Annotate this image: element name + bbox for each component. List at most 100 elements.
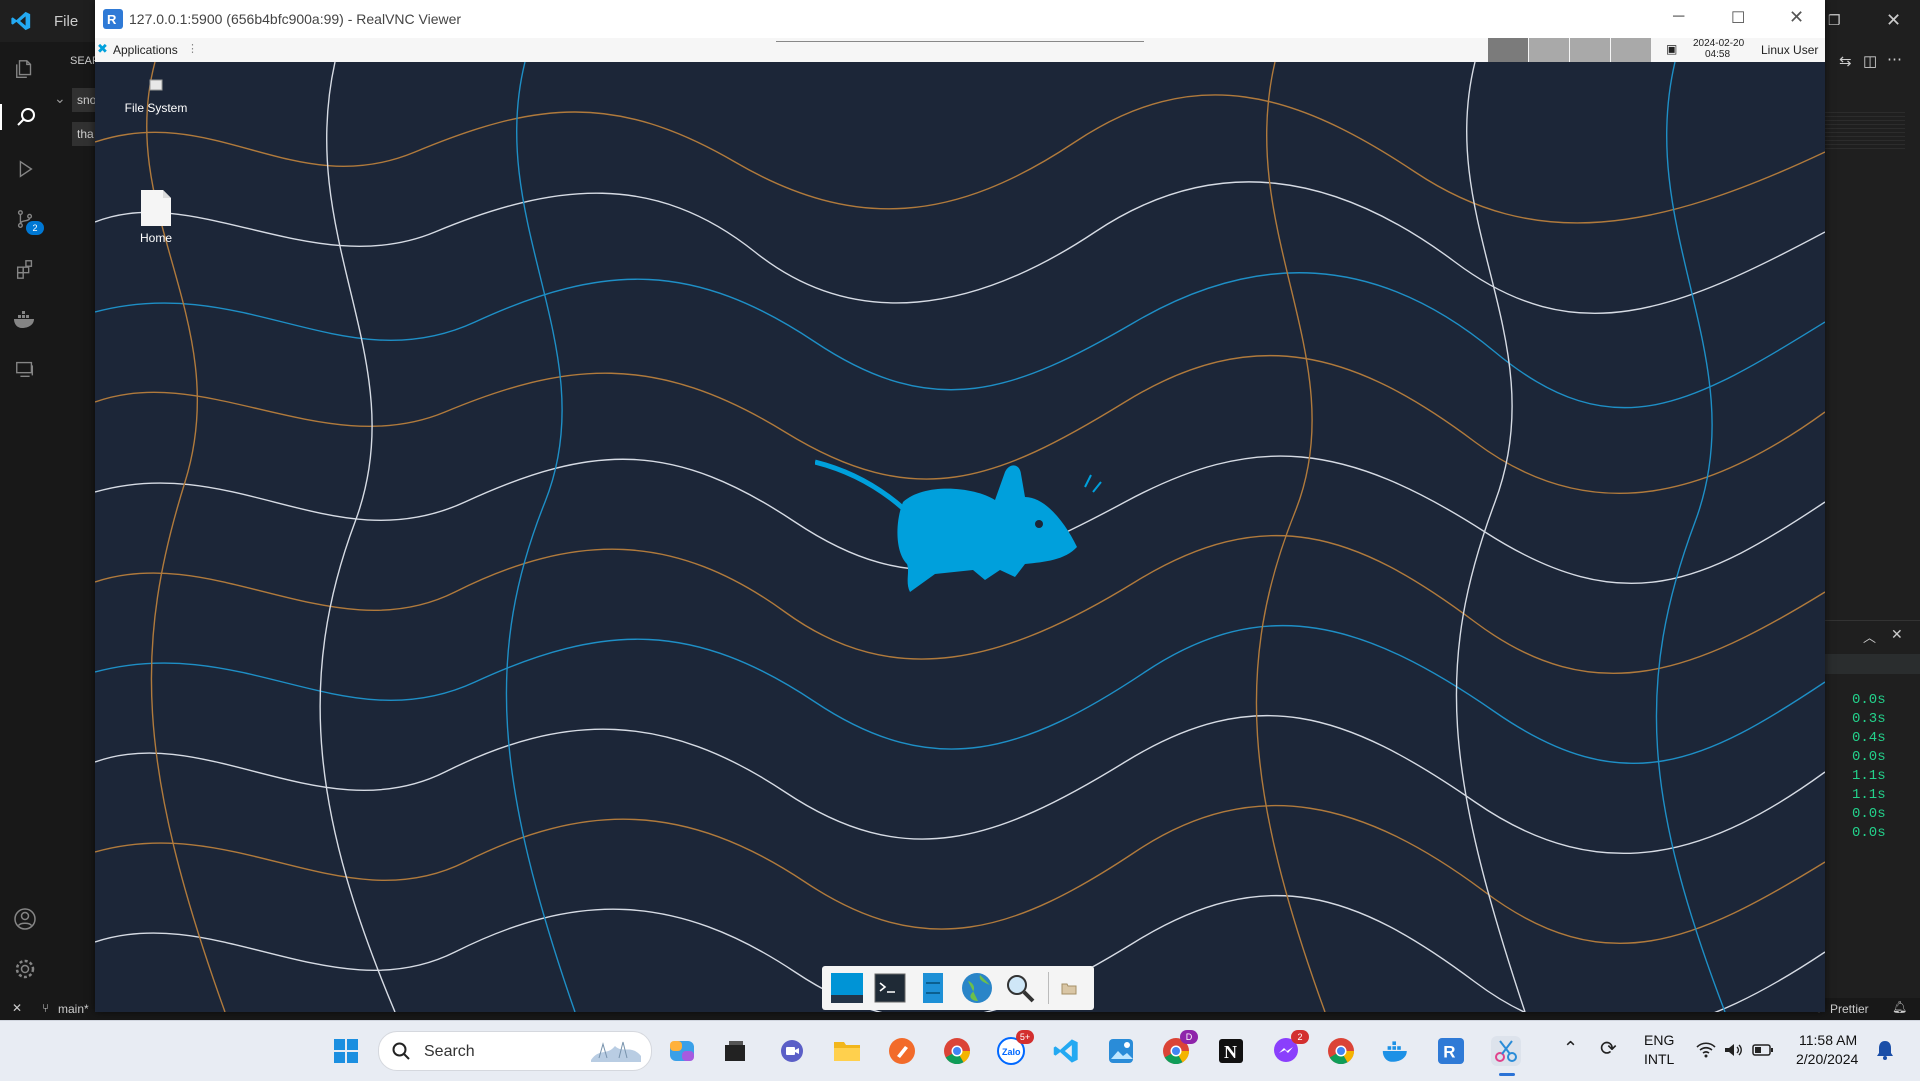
taskbar-time[interactable]: 11:58 AM	[1799, 1032, 1857, 1048]
active-app-indicator	[1499, 1073, 1515, 1076]
snipping-tool-icon[interactable]	[1491, 1036, 1521, 1066]
timing-line: 0.0s	[1852, 825, 1886, 841]
panel-separator-icon: ⋮	[187, 43, 198, 55]
search-sidebar: SEAR ⌄ sno tha	[50, 42, 100, 1008]
realvnc-taskbar-icon[interactable]: R	[1436, 1036, 1466, 1066]
wifi-icon[interactable]	[1696, 1042, 1716, 1058]
timing-line: 1.1s	[1852, 787, 1886, 803]
vscode-logo-icon	[11, 11, 31, 31]
power-manager-icon[interactable]: ▣	[1666, 42, 1677, 56]
xfce-top-panel: ✖ Applications ⋮ ▣ 2024-02-20 04:58 Linu…	[95, 38, 1825, 63]
account-icon[interactable]	[12, 906, 38, 932]
desktop-icon-label: File System	[124, 101, 188, 115]
vscode-close-icon[interactable]: ✕	[1886, 10, 1901, 31]
workspace-3[interactable]	[1570, 38, 1610, 62]
show-desktop-icon[interactable]	[828, 970, 865, 1006]
vscode-taskbar-icon[interactable]	[1051, 1036, 1081, 1066]
minimap	[1825, 112, 1905, 152]
editor-right-area: ⇆ ◫ ⋯ ︿ ✕	[1825, 42, 1920, 998]
language-line1[interactable]: ENG	[1644, 1032, 1674, 1048]
remote-explorer-icon[interactable]	[12, 356, 38, 382]
file-manager-icon[interactable]	[915, 970, 952, 1006]
taskbar-date[interactable]: 2/20/2024	[1796, 1051, 1858, 1067]
branch-label[interactable]: main*	[58, 1002, 89, 1016]
language-line2[interactable]: INTL	[1644, 1051, 1674, 1067]
remote-indicator-icon[interactable]: ✕	[12, 1001, 22, 1015]
drawing-app-icon[interactable]	[887, 1036, 917, 1066]
vnc-viewer-window: R 127.0.0.1:5900 (656b4bfc900a:99) - Rea…	[95, 0, 1825, 1012]
notion-icon[interactable]: N	[1216, 1036, 1246, 1066]
vnc-titlebar: R 127.0.0.1:5900 (656b4bfc900a:99) - Rea…	[95, 0, 1825, 38]
run-debug-icon[interactable]	[12, 156, 38, 182]
search-highlight-image-icon	[591, 1041, 641, 1062]
notification-bell-icon[interactable]	[1876, 1040, 1894, 1060]
zalo-badge: 5+	[1016, 1030, 1034, 1044]
app-finder-icon[interactable]	[1001, 970, 1038, 1006]
menu-file[interactable]: File	[54, 13, 78, 30]
teams-meet-icon[interactable]	[777, 1036, 807, 1066]
chrome-secondary-icon[interactable]	[1326, 1036, 1356, 1066]
search-placeholder: Search	[424, 1043, 475, 1060]
applications-menu[interactable]: Applications	[113, 43, 178, 57]
workspace-2[interactable]	[1529, 38, 1569, 62]
xfce-dock	[822, 966, 1094, 1010]
maximize-panel-icon[interactable]: ︿	[1863, 627, 1876, 646]
chrome-profile-badge: D	[1180, 1030, 1198, 1044]
minimize-icon[interactable]: ─	[1673, 8, 1684, 26]
taskbar-search-box[interactable]: Search	[378, 1031, 652, 1071]
panel-clock-date[interactable]: 2024-02-20	[1693, 38, 1744, 49]
realvnc-logo-icon: R	[103, 9, 123, 29]
settings-gear-icon[interactable]	[12, 956, 38, 982]
docker-desktop-icon[interactable]	[1381, 1036, 1411, 1066]
search-icon[interactable]	[0, 104, 50, 130]
search-input[interactable]: sno	[72, 88, 96, 112]
search-magnifier-icon	[392, 1042, 410, 1060]
close-panel-icon[interactable]: ✕	[1891, 626, 1903, 643]
prettier-status[interactable]: Prettier	[1830, 1002, 1869, 1016]
notifications-bell-icon[interactable]: 🔔︎	[1892, 1000, 1907, 1014]
extensions-icon[interactable]	[12, 256, 38, 282]
source-control-badge: 2	[26, 221, 44, 235]
panel-clock-time[interactable]: 04:58	[1705, 49, 1730, 60]
maximize-icon[interactable]: ☐	[1731, 8, 1745, 28]
user-menu[interactable]: Linux User	[1761, 43, 1818, 57]
explorer-icon[interactable]	[12, 56, 38, 82]
workspace-4[interactable]	[1611, 38, 1651, 62]
timing-line: 0.3s	[1852, 711, 1886, 727]
messenger-badge: 2	[1291, 1030, 1309, 1044]
xfce-mouse-logo-icon	[815, 459, 1102, 592]
restore-icon[interactable]: ❐	[1828, 12, 1841, 29]
compare-icon[interactable]: ⇆	[1839, 52, 1852, 70]
desktop-icon-label: Home	[139, 231, 172, 245]
file-explorer-icon[interactable]	[832, 1036, 862, 1066]
windows-start-icon[interactable]	[331, 1036, 361, 1066]
timing-line: 0.4s	[1852, 730, 1886, 746]
xfce-menu-icon[interactable]: ✖	[97, 41, 108, 57]
terminal-icon[interactable]	[871, 970, 908, 1006]
file-system-desktop-icon[interactable]: File System	[111, 78, 201, 115]
home-desktop-icon[interactable]: Home	[111, 188, 201, 245]
docker-icon[interactable]	[12, 306, 38, 332]
terminal-panel-header: ︿ ✕	[1825, 620, 1920, 651]
copilot-icon[interactable]	[667, 1036, 697, 1066]
drive-icon	[149, 79, 163, 91]
volume-icon[interactable]	[1724, 1042, 1744, 1058]
tray-overflow-chevron-icon[interactable]: ⌃	[1563, 1038, 1578, 1059]
web-browser-icon[interactable]	[958, 970, 995, 1006]
battery-icon[interactable]	[1752, 1043, 1774, 1057]
vnc-close-icon[interactable]: ✕	[1789, 7, 1804, 28]
photos-app-icon[interactable]	[1106, 1036, 1136, 1066]
more-actions-icon[interactable]: ⋯	[1887, 50, 1902, 68]
replace-input[interactable]: tha	[72, 122, 95, 146]
branch-icon[interactable]: ⑂	[42, 1001, 49, 1015]
split-editor-icon[interactable]: ◫	[1863, 52, 1877, 70]
task-view-icon[interactable]	[720, 1036, 750, 1066]
chrome-icon[interactable]	[942, 1036, 972, 1066]
remote-desktop[interactable]: File System Home	[95, 62, 1825, 1012]
sync-icon[interactable]: ⟳	[1600, 1036, 1617, 1061]
folder-icon[interactable]	[1051, 970, 1088, 1006]
svg-text:Zalo: Zalo	[1002, 1047, 1021, 1057]
collapse-chevron-icon[interactable]: ⌄	[54, 90, 66, 107]
workspace-1[interactable]	[1488, 38, 1528, 62]
terminal-tab-strip	[1825, 654, 1920, 674]
